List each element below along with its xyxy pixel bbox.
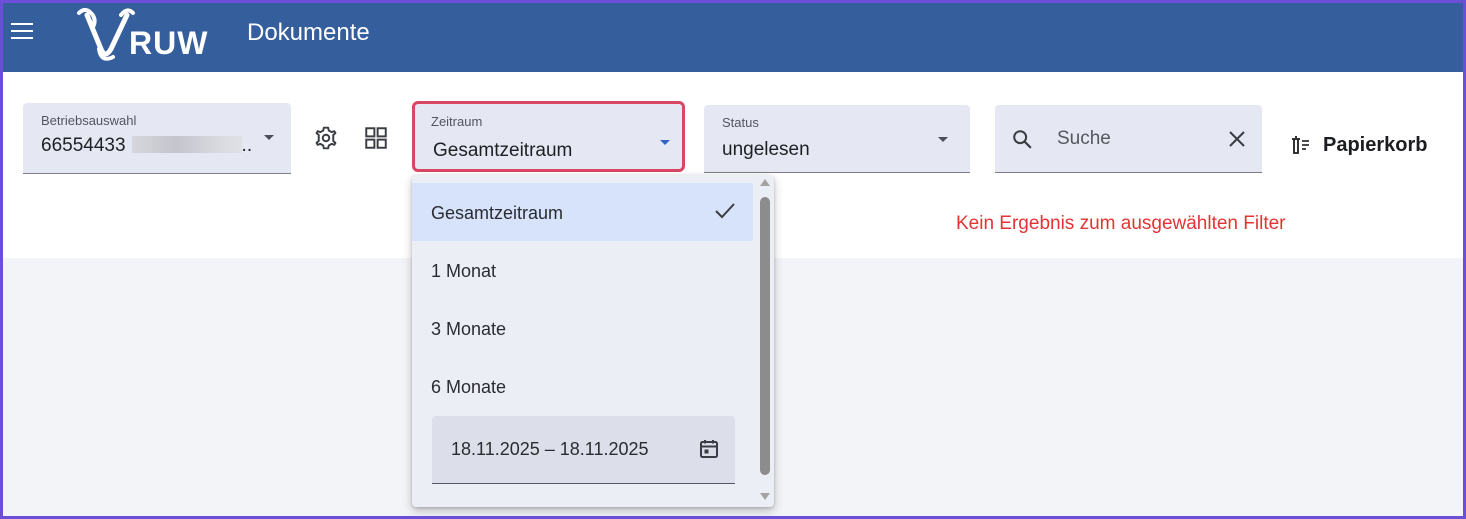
scroll-thumb[interactable] xyxy=(760,197,770,475)
chevron-down-icon xyxy=(264,135,274,140)
betrieb-number: 66554433 xyxy=(41,135,126,156)
date-range-field[interactable]: 18.11.2025 – 18.11.2025 xyxy=(432,416,735,484)
menu-icon[interactable] xyxy=(11,23,33,41)
scroll-down-icon[interactable] xyxy=(760,493,770,500)
option-label: Gesamtzeitraum xyxy=(431,203,564,223)
status-value: ungelesen xyxy=(722,139,810,160)
page-title: Dokumente xyxy=(247,19,370,46)
option-1-monat[interactable]: 1 Monat xyxy=(412,241,753,299)
date-range-value: 18.11.2025 – 18.11.2025 xyxy=(451,439,649,459)
app-bar: RUW Dokumente xyxy=(3,3,1463,72)
search-input[interactable] xyxy=(1057,125,1207,153)
redacted-name xyxy=(131,136,242,153)
logo-text: RUW xyxy=(129,25,209,61)
option-label: 6 Monate xyxy=(431,377,507,397)
status-select[interactable]: Status ungelesen xyxy=(704,105,970,173)
close-icon[interactable] xyxy=(1227,129,1247,149)
trash-icon xyxy=(1292,136,1309,154)
zeitraum-dropdown: Gesamtzeitraum 1 Monat 3 Monate 6 Monate… xyxy=(412,175,774,507)
scroll-up-icon[interactable] xyxy=(760,179,770,186)
option-3-monate[interactable]: 3 Monate xyxy=(412,299,753,357)
chevron-down-icon xyxy=(938,137,948,142)
zeitraum-value: Gesamtzeitraum xyxy=(433,140,573,161)
dropdown-scrollbar[interactable] xyxy=(755,175,774,507)
betrieb-label: Betriebsauswahl xyxy=(41,113,137,128)
option-6-monate[interactable]: 6 Monate xyxy=(412,357,753,415)
search-icon xyxy=(1013,130,1032,149)
zeitraum-select[interactable]: Zeitraum Gesamtzeitraum xyxy=(412,101,685,172)
betrieb-select[interactable]: Betriebsauswahl 66554433.. xyxy=(23,103,291,174)
option-label: 3 Monate xyxy=(431,319,507,339)
papierkorb-label: Papierkorb xyxy=(1323,133,1428,156)
calendar-icon[interactable] xyxy=(698,438,720,460)
grid-icon[interactable] xyxy=(363,125,389,151)
option-label: 1 Monat xyxy=(431,261,497,281)
papierkorb-button[interactable]: Papierkorb xyxy=(1289,131,1427,159)
gear-icon[interactable] xyxy=(313,125,339,151)
no-result-message: Kein Ergebnis zum ausgewählten Filter xyxy=(956,213,1286,234)
option-gesamtzeitraum[interactable]: Gesamtzeitraum xyxy=(412,183,753,241)
zeitraum-label: Zeitraum xyxy=(431,114,483,129)
check-icon xyxy=(715,203,735,219)
search-field xyxy=(995,105,1262,173)
betrieb-value: 66554433.. xyxy=(41,135,252,157)
status-label: Status xyxy=(722,115,759,130)
app-window: RUW Dokumente Betriebsauswahl 66554433..… xyxy=(0,0,1466,519)
betrieb-ellipsis: .. xyxy=(241,135,253,156)
chevron-down-icon xyxy=(660,140,670,145)
